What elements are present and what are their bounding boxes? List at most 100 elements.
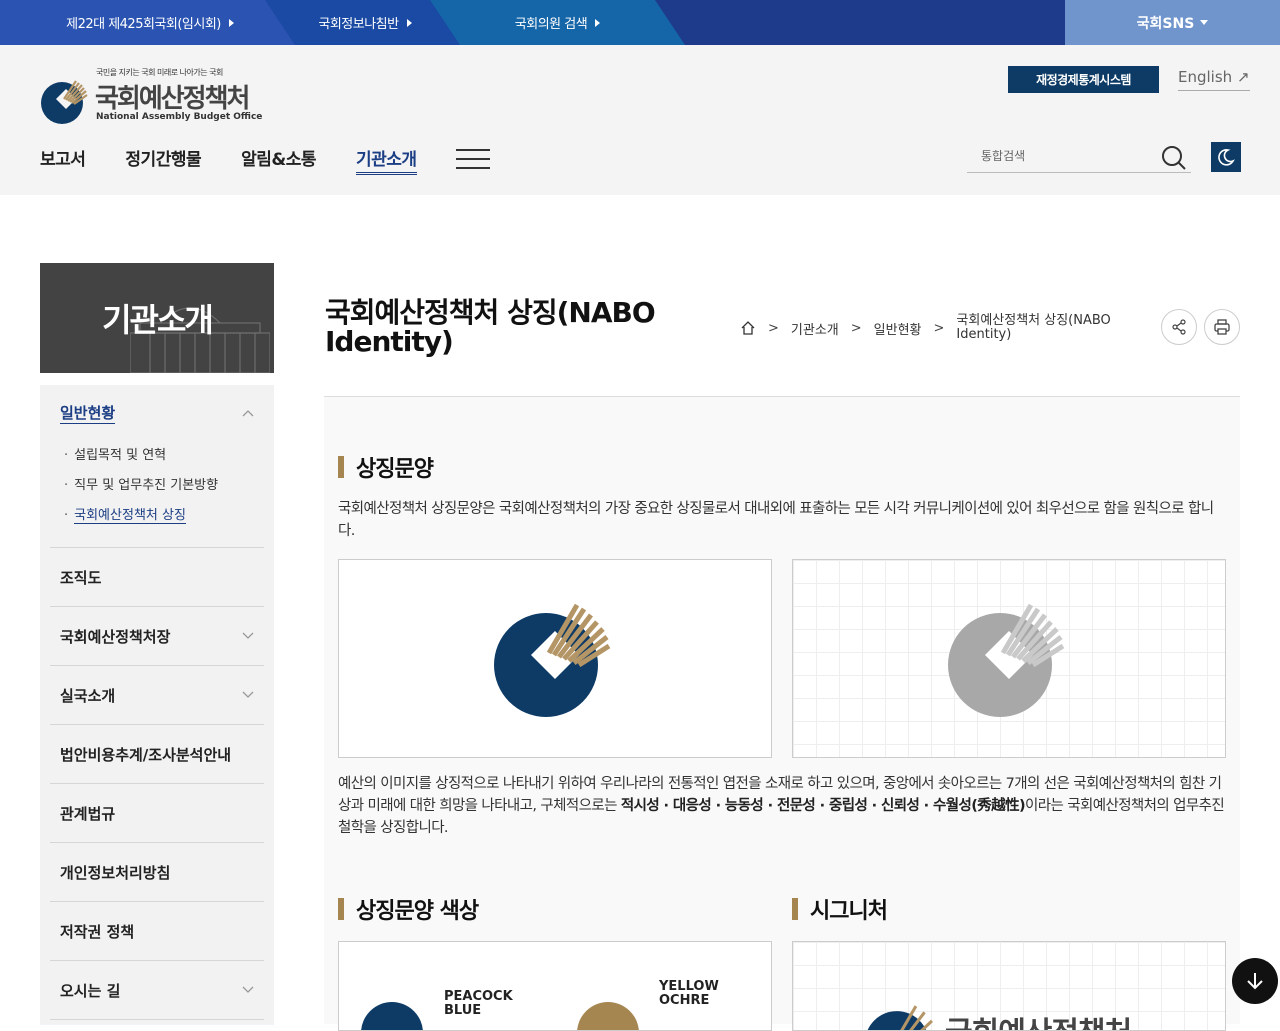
sidebar-item-cost-estimate[interactable]: 법안비용추계/조사분석안내 — [50, 725, 264, 783]
sidebar-hero: 기관소개 — [40, 263, 274, 373]
breadcrumb-separator: > — [933, 320, 945, 336]
signature-text: 국회예산정책처 — [945, 1008, 1132, 1030]
sidebar-group-laws: 관계법규 — [50, 784, 264, 843]
nav-about[interactable]: 기관소개 — [356, 145, 417, 175]
print-button[interactable] — [1204, 309, 1240, 345]
sidebar-item-org-chart[interactable]: 조직도 — [50, 548, 264, 606]
sidebar-item-label: 법안비용추계/조사분석안내 — [60, 745, 232, 764]
nav-reports[interactable]: 보고서 — [40, 145, 86, 175]
scroll-down-button[interactable] — [1232, 958, 1278, 1004]
symbol-meaning: 예산의 이미지를 상징적으로 나타내기 위하여 우리나라의 전통적인 엽전을 소… — [338, 773, 1233, 839]
moon-icon — [1218, 149, 1235, 166]
english-label: English — [1178, 68, 1233, 86]
logo-slogan: 국민을 지키는 국회 미래로 나아가는 국회 — [96, 68, 223, 77]
main-nav: 보고서 정기간행물 알림&소통 기관소개 — [40, 145, 457, 175]
arrow-right-icon — [595, 18, 601, 27]
sidebar-item-laws[interactable]: 관계법규 — [50, 784, 264, 842]
symbol-description: 국회예산정책처 상징문양은 국회예산정책처의 가장 중요한 상징물로서 대내외에… — [338, 501, 1214, 539]
sidebar-item-label: 일반현황 — [60, 404, 116, 424]
nabo-emblem-icon — [41, 80, 88, 124]
breadcrumb-separator: > — [768, 320, 779, 336]
content-area: 상징문양 국회예산정책처 상징문양은 국회예산정책처의 가장 중요한 상징물로서… — [324, 396, 1240, 1031]
signature-card: 국회예산정책처 — [792, 941, 1226, 1031]
sidebar-group-org: 조직도 — [50, 548, 264, 607]
fiscal-stats-label: 재정경제통계시스템 — [1036, 73, 1131, 87]
caret-down-icon — [1200, 20, 1209, 25]
sidebar-item-label: 실국소개 — [60, 686, 116, 705]
header: 국민을 지키는 국회 미래로 나아가는 국회 국회예산정책처 National … — [0, 45, 1280, 195]
color-swatch-card: PEACOCK BLUE YELLOW OCHRE — [338, 941, 772, 1031]
english-link[interactable]: English ↗ — [1178, 68, 1250, 91]
emblem-gray-card — [792, 559, 1226, 758]
sidebar-sub-label: 설립목적 및 연혁 — [74, 448, 167, 463]
arrow-right-icon — [406, 18, 412, 27]
sidebar-item-label: 국회예산정책처장 — [60, 627, 171, 646]
sidebar-item-privacy[interactable]: 개인정보처리방침 — [50, 843, 264, 901]
section-heading-colors: 상징문양 색상 — [338, 893, 479, 925]
breadcrumb: > 기관소개 > 일반현황 > 국회예산정책처 상징(NABO Identity… — [740, 313, 1140, 343]
arrow-down-icon — [1247, 973, 1263, 990]
sidebar-group-privacy: 개인정보처리방침 — [50, 843, 264, 902]
sidebar-item-directions[interactable]: 오시는 길 — [50, 961, 264, 1019]
sidebar-item-label: 조직도 — [60, 568, 102, 587]
menu-hamburger-icon[interactable] — [456, 149, 490, 171]
breadcrumb-about[interactable]: 기관소개 — [791, 319, 839, 338]
logo-name: 국회예산정책처 — [95, 84, 250, 114]
topbar-link-label: 제22대 제425회국회(임시회) — [66, 17, 221, 32]
search-icon[interactable] — [1161, 145, 1187, 171]
sidebar-item-label: 관계법규 — [60, 804, 116, 823]
sidebar-sub-label: 직무 및 업무추진 기본방향 — [74, 478, 219, 493]
sidebar-group-cost: 법안비용추계/조사분석안내 — [50, 725, 264, 784]
nabo-emblem-signature-icon — [867, 1005, 933, 1030]
breadcrumb-current: 국회예산정책처 상징(NABO Identity) — [956, 313, 1111, 342]
search-input[interactable] — [967, 143, 1157, 169]
sidebar-group-departments: 실국소개 — [50, 666, 264, 725]
peacock-blue-label: PEACOCK BLUE — [444, 989, 513, 1018]
sidebar-sub-purpose[interactable]: 설립목적 및 연혁 — [64, 448, 166, 463]
site-logo[interactable]: 국민을 지키는 국회 미래로 나아가는 국회 국회예산정책처 National … — [40, 67, 262, 127]
nav-periodicals[interactable]: 정기간행물 — [125, 145, 201, 175]
share-button[interactable] — [1161, 309, 1197, 345]
sidebar-hero-title: 기관소개 — [102, 301, 214, 339]
sidebar-group-chief: 국회예산정책처장 — [50, 607, 264, 666]
sidebar-sub-duties[interactable]: 직무 및 업무추진 기본방향 — [64, 478, 218, 493]
arrow-right-icon — [228, 18, 234, 27]
sidebar-item-copyright[interactable]: 저작권 정책 — [50, 902, 264, 960]
breadcrumb-general[interactable]: 일반현황 — [874, 319, 922, 338]
sidebar-submenu: 설립목적 및 연혁 직무 및 업무추진 기본방향 국회예산정책처 상징 — [50, 441, 264, 547]
top-bar: 제22대 제425회국회(임시회) 국회정보나침반 국회의원 검색 국회SNS — [0, 0, 1280, 45]
chevron-down-icon — [242, 986, 254, 993]
topbar-link-session[interactable]: 제22대 제425회국회(임시회) — [0, 0, 300, 45]
share-icon — [1172, 319, 1186, 335]
yellow-ochre-label: YELLOW OCHRE — [659, 979, 719, 1008]
sidebar-group-general: 일반현황 설립목적 및 연혁 직무 및 업무추진 기본방향 국회예산정책처 상징 — [50, 385, 264, 548]
sns-label: 국회SNS — [1136, 15, 1195, 32]
symbol-values: 적시성 · 대응성 · 능동성 · 전문성 · 중립성 · 신뢰성 · 수월성(… — [620, 798, 1026, 814]
sidebar-group-directions: 오시는 길 — [50, 961, 264, 1020]
nabo-emblem-gray-icon — [948, 603, 1065, 717]
chevron-down-icon — [242, 691, 254, 698]
search-box — [967, 143, 1191, 173]
nav-news[interactable]: 알림&소통 — [241, 145, 316, 175]
chevron-down-icon — [242, 632, 254, 639]
section-heading-symbol: 상징문양 — [338, 451, 434, 483]
sidebar-sub-identity[interactable]: 국회예산정책처 상징 — [64, 508, 186, 524]
topbar-link-label: 국회정보나침반 — [318, 17, 399, 32]
home-icon[interactable] — [740, 320, 756, 336]
sidebar-item-departments[interactable]: 실국소개 — [50, 666, 264, 724]
sidebar-menu: 일반현황 설립목적 및 연혁 직무 및 업무추진 기본방향 국회예산정책처 상징… — [40, 385, 274, 1025]
sidebar-sub-label: 국회예산정책처 상징 — [74, 508, 186, 524]
sns-dropdown-button[interactable]: 국회SNS — [1065, 0, 1280, 45]
sidebar-item-chief[interactable]: 국회예산정책처장 — [50, 607, 264, 665]
peacock-blue-swatch — [361, 1002, 423, 1030]
fiscal-stats-system-button[interactable]: 재정경제통계시스템 — [1008, 66, 1159, 93]
emblem-color-card — [338, 559, 772, 758]
nabo-emblem-color-icon — [494, 603, 611, 717]
sidebar-item-label: 오시는 길 — [60, 981, 121, 1000]
sidebar-item-label: 저작권 정책 — [60, 922, 135, 941]
sidebar-item-general[interactable]: 일반현황 — [50, 385, 264, 441]
dark-mode-button[interactable] — [1211, 142, 1241, 172]
sidebar-item-label: 개인정보처리방침 — [60, 863, 171, 882]
topbar-link-member-search[interactable]: 국회의원 검색 — [430, 0, 685, 45]
topbar-link-label: 국회의원 검색 — [514, 17, 588, 32]
